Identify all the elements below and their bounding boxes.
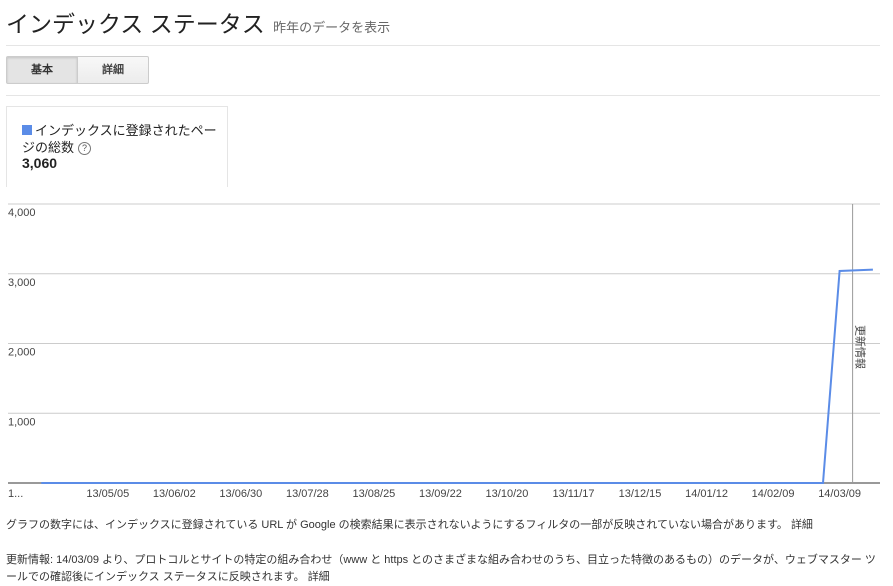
page-subtitle: 昨年のデータを表示 bbox=[273, 20, 391, 35]
x-tick-label: 14/01/12 bbox=[685, 488, 728, 500]
metric-value: 3,060 bbox=[22, 155, 58, 171]
x-tick-label: 13/08/25 bbox=[352, 488, 395, 500]
page-title: インデックス ステータス bbox=[6, 11, 265, 37]
footnote-1: グラフの数字には、インデックスに登録されている URL が Google の検索… bbox=[6, 517, 886, 534]
x-tick-label: 13/06/30 bbox=[219, 488, 262, 500]
tab-advanced[interactable]: 詳細 bbox=[78, 56, 149, 84]
annotation-label[interactable]: 更新情報 bbox=[854, 325, 868, 369]
view-tabs: 基本 詳細 bbox=[6, 56, 149, 84]
y-tick-label: 3,000 bbox=[8, 277, 36, 289]
x-tick-label: 14/03/09 bbox=[818, 488, 861, 500]
x-tick-label: 13/12/15 bbox=[619, 488, 662, 500]
series-color-swatch bbox=[22, 125, 32, 135]
x-tick-label: 13/11/17 bbox=[552, 488, 594, 500]
footnote-1-text: グラフの数字には、インデックスに登録されている URL が Google の検索… bbox=[6, 519, 788, 531]
x-tick-label: 1... bbox=[8, 488, 23, 500]
footnote-1-link[interactable]: 詳細 bbox=[791, 519, 813, 531]
divider bbox=[6, 45, 880, 46]
y-tick-label: 1,000 bbox=[8, 416, 36, 428]
tab-basic[interactable]: 基本 bbox=[6, 56, 78, 84]
metric-card: インデックスに登録されたページの総数? 3,060 bbox=[6, 106, 228, 187]
x-tick-label: 14/02/09 bbox=[752, 488, 795, 500]
y-tick-label: 4,000 bbox=[8, 207, 36, 219]
metric-label: インデックスに登録されたページの総数? bbox=[22, 122, 217, 156]
index-status-chart: 1,000 2,000 3,000 4,000 1... 13/05/05 13/06/0… bbox=[8, 203, 880, 500]
y-tick-label: 2,000 bbox=[8, 347, 36, 359]
x-tick-label: 13/10/20 bbox=[486, 488, 529, 500]
footnote-2-link[interactable]: 詳細 bbox=[308, 571, 330, 583]
page-header: インデックス ステータス 昨年のデータを表示 bbox=[6, 5, 391, 37]
footnote-2: 更新情報: 14/03/09 より、プロトコルとサイトの特定の組み合わせ（www… bbox=[6, 552, 886, 586]
divider bbox=[6, 95, 880, 96]
x-tick-label: 13/09/22 bbox=[419, 488, 462, 500]
x-tick-label: 13/06/02 bbox=[153, 488, 196, 500]
series-line bbox=[41, 268, 873, 484]
x-tick-label: 13/07/28 bbox=[286, 488, 329, 500]
footnote-2-text: 更新情報: 14/03/09 より、プロトコルとサイトの特定の組み合わせ（www… bbox=[6, 554, 876, 583]
question-circle-icon[interactable]: ? bbox=[78, 142, 92, 155]
x-tick-label: 13/05/05 bbox=[86, 488, 129, 500]
metric-label-text: インデックスに登録されたページの総数 bbox=[22, 123, 217, 155]
